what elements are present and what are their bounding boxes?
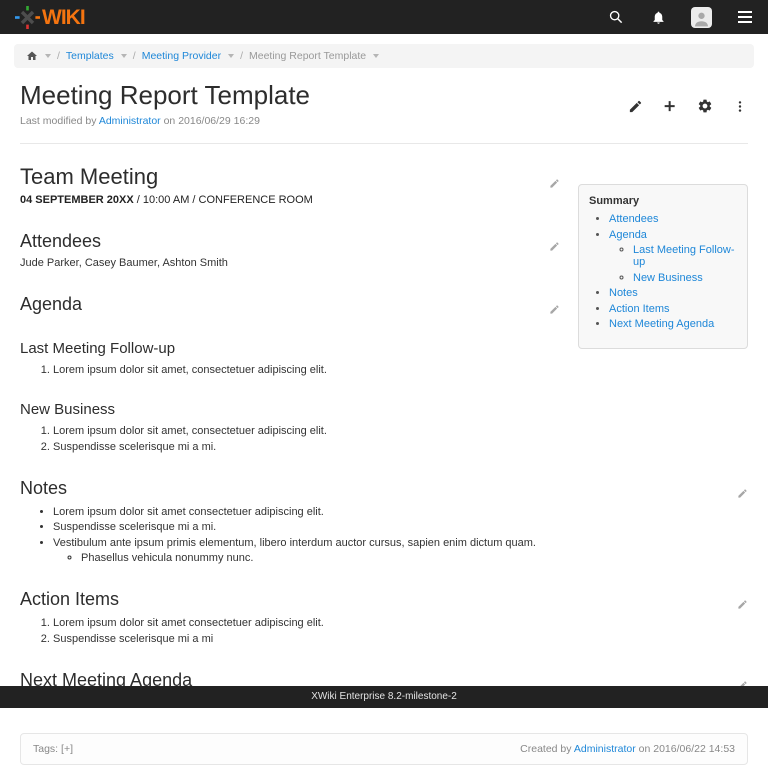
toc-item: Notes [609, 287, 739, 299]
document-footer: Tags: [+] Created by Administrator on 20… [20, 733, 748, 765]
meeting-time-location: / 10:00 AM / CONFERENCE ROOM [134, 194, 313, 206]
document-content: Summary Attendees Agenda Last Meeting Fo… [0, 164, 768, 708]
create-plus-icon[interactable] [662, 98, 678, 114]
list-item: Vestibulum ante ipsum primis elementum, … [53, 537, 748, 565]
notes-sublist: Phasellus vehicula nonummy nunc. [53, 552, 748, 564]
settings-gear-icon[interactable] [697, 98, 713, 114]
heading-new-business: New Business [20, 401, 748, 418]
summary-toc-list: Attendees Agenda Last Meeting Follow-up … [589, 213, 739, 330]
meeting-date: 04 SEPTEMBER 20XX [20, 194, 134, 206]
summary-panel: Summary Attendees Agenda Last Meeting Fo… [578, 184, 748, 349]
breadcrumb-separator: / [240, 50, 243, 62]
toc-subitem: Last Meeting Follow-up [633, 244, 739, 268]
modified-prefix: Last modified by [20, 115, 96, 127]
top-navbar: WIKI [0, 0, 768, 34]
list-item: Suspendisse scelerisque mi a mi. [53, 441, 748, 453]
action-items-list: Lorem ipsum dolor sit amet consectetuer … [20, 617, 748, 645]
heading-text: Attendees [20, 231, 101, 251]
toc-link-agenda[interactable]: Agenda [609, 229, 647, 241]
tags-label: Tags: [33, 743, 58, 755]
breadcrumb-link-meeting-provider[interactable]: Meeting Provider [142, 50, 221, 62]
toc-subitem: New Business [633, 272, 739, 284]
heading-text: Notes [20, 478, 67, 498]
section-edit-pencil-icon[interactable] [737, 483, 748, 504]
search-icon[interactable] [607, 8, 625, 26]
list-item: Lorem ipsum dolor sit amet consectetuer … [53, 506, 748, 518]
toc-item: Attendees [609, 213, 739, 225]
list-subitem: Phasellus vehicula nonummy nunc. [81, 552, 748, 564]
breadcrumb-current-page: Meeting Report Template [249, 50, 366, 62]
list-item: Lorem ipsum dolor sit amet, consectetuer… [53, 364, 748, 376]
modified-user-link[interactable]: Administrator [99, 115, 161, 127]
section-edit-pencil-icon[interactable] [549, 299, 560, 320]
summary-title: Summary [589, 195, 739, 207]
version-text: XWiki Enterprise 8.2-milestone-2 [311, 691, 457, 702]
xwiki-logo[interactable]: WIKI [14, 4, 85, 31]
heading-text: Team Meeting [20, 164, 158, 189]
navbar-actions [607, 7, 754, 28]
created-prefix: Created by [520, 743, 571, 755]
modified-suffix: on 2016/06/29 16:29 [164, 115, 260, 127]
breadcrumb-link-templates[interactable]: Templates [66, 50, 114, 62]
list-item: Suspendisse scelerisque mi a mi [53, 633, 748, 645]
last-meeting-list: Lorem ipsum dolor sit amet, consectetuer… [20, 364, 748, 376]
list-item: Suspendisse scelerisque mi a mi. [53, 521, 748, 533]
breadcrumb-separator: / [57, 50, 60, 62]
page-header: Meeting Report Template Last modified by… [0, 80, 768, 127]
last-modified-line: Last modified by Administrator on 2016/0… [20, 115, 748, 127]
created-user-link[interactable]: Administrator [574, 743, 636, 755]
list-item-text: Vestibulum ante ipsum primis elementum, … [53, 537, 536, 549]
menu-hamburger-icon[interactable] [736, 8, 754, 26]
toc-sublist: Last Meeting Follow-up New Business [609, 244, 739, 284]
home-dropdown-caret[interactable] [45, 54, 51, 58]
heading-text: Action Items [20, 589, 119, 609]
toc-item: Agenda Last Meeting Follow-up New Busine… [609, 229, 739, 284]
heading-text: Agenda [20, 294, 82, 314]
toc-link-last-meeting-follow-up[interactable]: Last Meeting Follow-up [633, 244, 735, 268]
toc-item: Action Items [609, 303, 739, 315]
edit-pencil-icon[interactable] [627, 98, 643, 114]
more-kebab-icon[interactable] [732, 98, 748, 114]
meeting-provider-dropdown-caret[interactable] [228, 54, 234, 58]
notes-list: Lorem ipsum dolor sit amet consectetuer … [20, 506, 748, 565]
breadcrumb: / Templates / Meeting Provider / Meeting… [14, 44, 754, 68]
new-business-list: Lorem ipsum dolor sit amet, consectetuer… [20, 425, 748, 453]
version-footer-bar: XWiki Enterprise 8.2-milestone-2 [0, 686, 768, 708]
toc-link-notes[interactable]: Notes [609, 287, 638, 299]
xwiki-logo-text: WIKI [42, 7, 85, 28]
toc-item: Next Meeting Agenda [609, 318, 739, 330]
home-icon[interactable] [26, 50, 38, 62]
templates-dropdown-caret[interactable] [121, 54, 127, 58]
section-edit-pencil-icon[interactable] [737, 594, 748, 615]
toc-link-action-items[interactable]: Action Items [609, 303, 670, 315]
created-by-line: Created by Administrator on 2016/06/22 1… [520, 743, 735, 755]
breadcrumb-separator: / [133, 50, 136, 62]
user-avatar[interactable] [691, 7, 712, 28]
heading-action-items: Action Items [20, 589, 748, 610]
notifications-bell-icon[interactable] [649, 8, 667, 26]
toc-link-next-meeting-agenda[interactable]: Next Meeting Agenda [609, 318, 714, 330]
section-edit-pencil-icon[interactable] [549, 236, 560, 257]
current-page-dropdown-caret[interactable] [373, 54, 379, 58]
list-item: Lorem ipsum dolor sit amet consectetuer … [53, 617, 748, 629]
xwiki-logo-x-icon [14, 4, 41, 31]
toc-link-new-business[interactable]: New Business [633, 272, 703, 284]
created-suffix: on 2016/06/22 14:53 [639, 743, 735, 755]
header-divider [20, 143, 748, 144]
page-action-toolbar [627, 98, 748, 114]
toc-link-attendees[interactable]: Attendees [609, 213, 659, 225]
add-tag-button[interactable]: [+] [61, 743, 73, 755]
heading-notes: Notes [20, 478, 748, 499]
section-edit-pencil-icon[interactable] [549, 169, 560, 195]
tags-area: Tags: [+] [33, 743, 73, 755]
list-item: Lorem ipsum dolor sit amet, consectetuer… [53, 425, 748, 437]
